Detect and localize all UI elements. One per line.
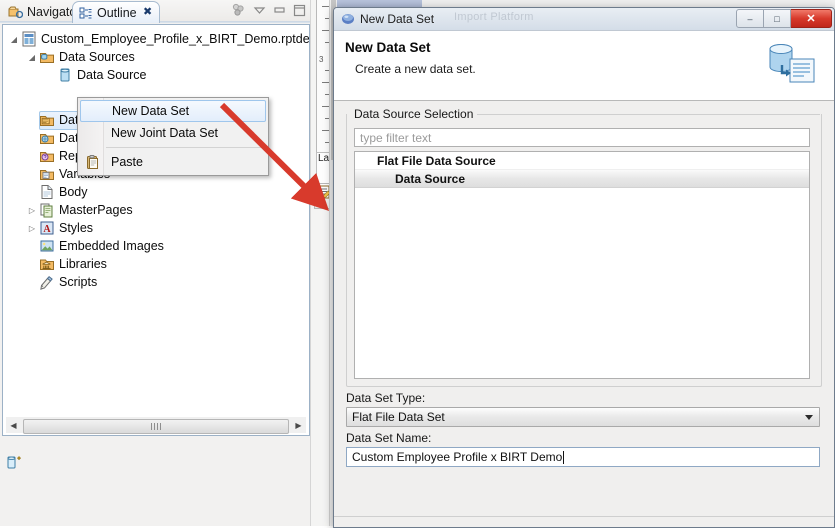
- data-sets-folder-icon: [39, 112, 55, 128]
- report-parameters-icon: [39, 148, 55, 164]
- chevron-down-icon[interactable]: [805, 415, 813, 420]
- data-set-name-label: Data Set Name:: [346, 431, 432, 445]
- tree-item-label: Styles: [59, 221, 94, 235]
- tree-item-scripts[interactable]: Scripts: [25, 273, 97, 291]
- dialog-subheading: Create a new data set.: [355, 62, 476, 76]
- tab-outline[interactable]: Outline ✖: [72, 1, 160, 23]
- scrollbar-track[interactable]: [21, 417, 291, 434]
- list-item-data-source[interactable]: Data Source: [355, 169, 809, 188]
- link-with-editor-icon[interactable]: [231, 3, 246, 17]
- collapse-twisty-icon[interactable]: ▷: [25, 206, 39, 215]
- tree-item-label: Embedded Images: [59, 239, 164, 253]
- styles-icon: A: [39, 220, 55, 236]
- data-cubes-folder-icon: [39, 130, 55, 146]
- maximize-button[interactable]: □: [764, 9, 791, 28]
- menu-item-label: New Joint Data Set: [111, 126, 218, 140]
- tree-horizontal-scrollbar[interactable]: ◀ ▶: [6, 417, 306, 434]
- tree-item-label: Body: [59, 185, 88, 199]
- scrollbar-grip-icon: [151, 422, 161, 430]
- variables-icon: [39, 166, 55, 182]
- data-set-name-input[interactable]: Custom Employee Profile x BIRT Demo: [346, 447, 820, 467]
- minimize-icon[interactable]: [273, 4, 286, 16]
- scrollbar-thumb[interactable]: [23, 418, 289, 434]
- data-source-list[interactable]: Flat File Data Source Data Source: [354, 151, 810, 379]
- window-buttons: – □ ✕: [736, 9, 832, 28]
- tree-item-label: Data Source: [77, 68, 147, 82]
- tree-item-label: MasterPages: [59, 203, 133, 217]
- paste-icon: [85, 154, 101, 170]
- dialog-header: New Data Set Create a new data set.: [334, 31, 834, 101]
- tree-item-embedded-images[interactable]: Embedded Images: [25, 237, 164, 255]
- data-source-selection-label: Data Source Selection: [350, 107, 478, 121]
- menu-item-label: Paste: [111, 155, 143, 169]
- close-button[interactable]: ✕: [791, 9, 832, 28]
- expand-twisty-icon[interactable]: ◢: [25, 53, 39, 62]
- tree-item-styles[interactable]: ▷ A Styles: [25, 219, 93, 237]
- master-pages-icon: [39, 202, 55, 218]
- minimize-button[interactable]: –: [736, 9, 764, 28]
- context-menu[interactable]: New Data Set New Joint Data Set Paste: [77, 97, 269, 176]
- data-set-type-value: Flat File Data Set: [352, 410, 445, 424]
- data-set-name-value: Custom Employee Profile x BIRT Demo: [352, 450, 563, 464]
- dialog-footer: ? < Back Next > Finish Cancel: [334, 516, 834, 527]
- tree-item-data-source[interactable]: Data Source: [43, 66, 146, 84]
- scripts-icon: [39, 274, 55, 290]
- data-source-icon: [57, 67, 73, 83]
- birt-dialog-icon: [342, 14, 354, 24]
- tree-item-data-sources[interactable]: ◢ Data Sources: [25, 48, 135, 66]
- filter-input[interactable]: type filter text: [354, 128, 810, 147]
- body-icon: [39, 184, 55, 200]
- menu-item-new-joint-data-set[interactable]: New Joint Data Set: [78, 122, 268, 144]
- new-data-source-status-icon: [7, 455, 25, 471]
- data-set-banner-icon: [762, 39, 820, 87]
- dialog-title-ghost-text: Import Platform: [454, 11, 534, 23]
- tree-item-label: Data Sources: [59, 50, 135, 64]
- menu-item-paste[interactable]: Paste: [78, 151, 268, 173]
- menu-item-new-data-set[interactable]: New Data Set: [80, 100, 266, 122]
- new-data-set-dialog: New Data Set Import Platform – □ ✕ New D…: [333, 7, 835, 528]
- dialog-title-label: New Data Set: [360, 12, 435, 26]
- tree-item-label: Scripts: [59, 275, 98, 289]
- dialog-body: Data Source Selection type filter text F…: [334, 101, 834, 516]
- tree-item-body[interactable]: Body: [25, 183, 88, 201]
- tree-item-label: Libraries: [59, 257, 107, 271]
- ruler-number-label: 3: [319, 55, 324, 64]
- outline-view: Navigator Outline ✖ ◢ Custom_Employee_Pr…: [0, 0, 310, 526]
- tab-outline-label: Outline: [97, 5, 137, 20]
- navigator-icon: [8, 6, 23, 18]
- view-menu-icon[interactable]: [253, 4, 266, 16]
- close-icon[interactable]: ✖: [142, 6, 154, 18]
- report-design-icon: [21, 31, 37, 47]
- embedded-images-icon: [39, 238, 55, 254]
- menu-separator: [106, 147, 266, 148]
- text-caret: [563, 450, 565, 464]
- data-set-type-combo[interactable]: Flat File Data Set: [346, 407, 820, 427]
- list-item-label: Flat File Data Source: [377, 153, 496, 168]
- group-title-line: [460, 114, 820, 115]
- data-set-type-label: Data Set Type:: [346, 391, 426, 405]
- tree-item-label: Custom_Employee_Profile_x_BIRT_Demo.rptd…: [41, 32, 310, 46]
- outline-icon: [79, 7, 92, 18]
- svg-text:A: A: [43, 224, 51, 235]
- scroll-right-arrow-icon[interactable]: ▶: [291, 418, 306, 433]
- expand-twisty-icon[interactable]: ◢: [7, 35, 21, 44]
- tree-item-libraries[interactable]: Libraries: [25, 255, 107, 273]
- menu-item-label: New Data Set: [112, 104, 190, 118]
- list-item-label: Data Source: [395, 171, 466, 186]
- dialog-heading: New Data Set: [345, 40, 431, 55]
- data-sources-folder-icon: [39, 49, 55, 65]
- collapse-twisty-icon[interactable]: ▷: [25, 224, 39, 233]
- scroll-left-arrow-icon[interactable]: ◀: [6, 418, 21, 433]
- view-toolbar: [231, 3, 306, 17]
- tree-item-report-design[interactable]: ◢ Custom_Employee_Profile_x_BIRT_Demo.rp…: [7, 30, 310, 48]
- maximize-icon[interactable]: [293, 4, 306, 17]
- tree-item-master-pages[interactable]: ▷ MasterPages: [25, 201, 133, 219]
- dialog-title-bar[interactable]: New Data Set Import Platform – □ ✕: [334, 8, 834, 31]
- list-item-flat-file-data-source[interactable]: Flat File Data Source: [355, 152, 809, 169]
- outline-tree[interactable]: ◢ Custom_Employee_Profile_x_BIRT_Demo.rp…: [2, 24, 310, 436]
- libraries-icon: [39, 256, 55, 272]
